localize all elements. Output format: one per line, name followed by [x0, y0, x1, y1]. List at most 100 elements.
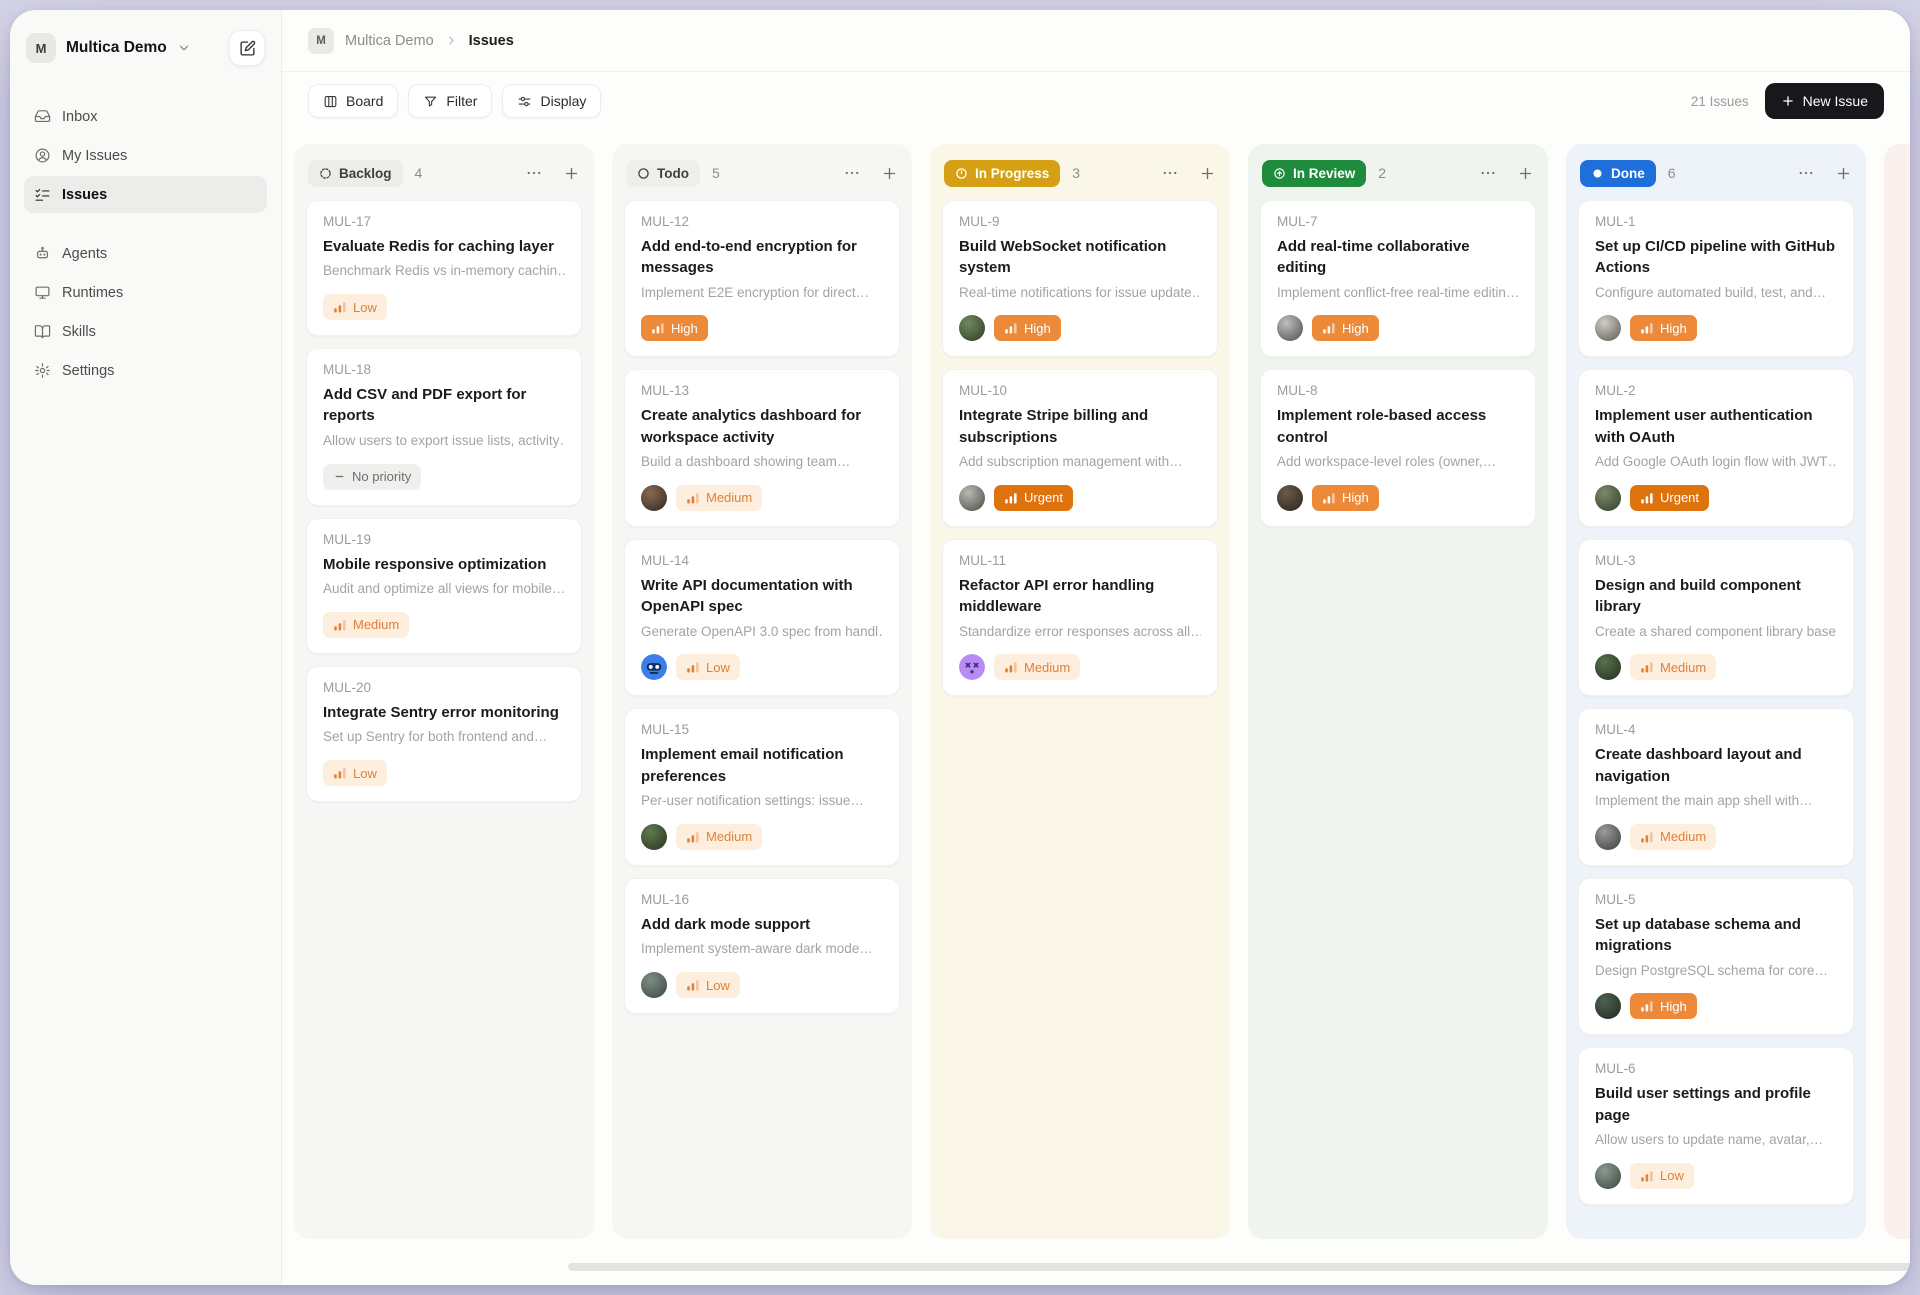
- column-more-button[interactable]: [525, 164, 543, 182]
- assignee-avatar[interactable]: [1595, 993, 1621, 1019]
- sidebar: M Multica Demo InboxMy IssuesIssues Agen…: [10, 10, 282, 1285]
- issue-card[interactable]: MUL-17Evaluate Redis for caching layerBe…: [306, 200, 582, 336]
- new-issue-button[interactable]: New Issue: [1765, 83, 1884, 119]
- priority-badge[interactable]: Low: [676, 654, 740, 680]
- priority-bars-icon: [333, 618, 347, 632]
- priority-badge[interactable]: Medium: [1630, 654, 1716, 680]
- priority-badge[interactable]: No priority: [323, 464, 421, 490]
- compose-button[interactable]: [229, 30, 265, 66]
- board-view-button[interactable]: Board: [308, 84, 398, 118]
- priority-bars-icon: [1004, 660, 1018, 674]
- issue-card[interactable]: MUL-4Create dashboard layout and navigat…: [1578, 708, 1854, 865]
- assignee-avatar-dizzy[interactable]: [959, 654, 985, 680]
- priority-badge[interactable]: Low: [323, 760, 387, 786]
- priority-badge[interactable]: Medium: [676, 485, 762, 511]
- priority-badge[interactable]: High: [641, 315, 708, 341]
- assignee-avatar[interactable]: [1595, 1163, 1621, 1189]
- issue-card[interactable]: MUL-19Mobile responsive optimizationAudi…: [306, 518, 582, 654]
- ellipsis-icon: [1797, 164, 1815, 182]
- status-pill-backlog[interactable]: Backlog: [308, 160, 403, 187]
- issue-card[interactable]: MUL-1Set up CI/CD pipeline with GitHub A…: [1578, 200, 1854, 357]
- review-circle-icon: [1273, 167, 1286, 180]
- issue-card[interactable]: MUL-7Add real-time collaborative editing…: [1260, 200, 1536, 357]
- sidebar-item-agents[interactable]: Agents: [24, 235, 267, 272]
- priority-badge[interactable]: High: [994, 315, 1061, 341]
- sidebar-item-settings[interactable]: Settings: [24, 352, 267, 389]
- column-more-button[interactable]: [1797, 164, 1815, 182]
- issue-card[interactable]: MUL-8Implement role-based access control…: [1260, 369, 1536, 526]
- priority-badge[interactable]: Medium: [676, 824, 762, 850]
- issue-card[interactable]: MUL-6Build user settings and profile pag…: [1578, 1047, 1854, 1204]
- issue-card[interactable]: MUL-5Set up database schema and migratio…: [1578, 878, 1854, 1035]
- priority-badge[interactable]: Urgent: [994, 485, 1073, 511]
- column-add-issue-button[interactable]: [881, 165, 898, 182]
- sidebar-item-issues[interactable]: Issues: [24, 176, 267, 213]
- issue-card[interactable]: MUL-18Add CSV and PDF export for reports…: [306, 348, 582, 505]
- issue-card[interactable]: MUL-14Write API documentation with OpenA…: [624, 539, 900, 696]
- priority-badge[interactable]: Medium: [323, 612, 409, 638]
- priority-badge[interactable]: Medium: [1630, 824, 1716, 850]
- sidebar-item-inbox[interactable]: Inbox: [24, 98, 267, 135]
- assignee-avatar[interactable]: [641, 824, 667, 850]
- issue-card[interactable]: MUL-2Implement user authentication with …: [1578, 369, 1854, 526]
- issue-card[interactable]: MUL-9Build WebSocket notification system…: [942, 200, 1218, 357]
- assignee-avatar[interactable]: [1595, 824, 1621, 850]
- priority-badge[interactable]: High: [1630, 993, 1697, 1019]
- column-more-button[interactable]: [1161, 164, 1179, 182]
- assignee-avatar[interactable]: [641, 485, 667, 511]
- display-button[interactable]: Display: [502, 84, 601, 118]
- column-header: Todo5: [626, 158, 898, 188]
- issue-card[interactable]: MUL-15Implement email notification prefe…: [624, 708, 900, 865]
- priority-badge[interactable]: High: [1312, 315, 1379, 341]
- status-pill-in-progress[interactable]: In Progress: [944, 160, 1060, 187]
- issue-card[interactable]: MUL-12Add end-to-end encryption for mess…: [624, 200, 900, 357]
- issue-description: Per-user notification settings: issue…: [641, 792, 883, 811]
- priority-badge[interactable]: Low: [323, 294, 387, 320]
- sidebar-item-skills[interactable]: Skills: [24, 313, 267, 350]
- priority-label: Low: [706, 660, 730, 675]
- status-pill-in-review[interactable]: In Review: [1262, 160, 1366, 187]
- breadcrumb-workspace[interactable]: Multica Demo: [345, 33, 434, 49]
- assignee-avatar[interactable]: [641, 972, 667, 998]
- assignee-avatar-robot[interactable]: [641, 654, 667, 680]
- issue-card[interactable]: MUL-11Refactor API error handling middle…: [942, 539, 1218, 696]
- sidebar-item-my-issues[interactable]: My Issues: [24, 137, 267, 174]
- column-more-button[interactable]: [843, 164, 861, 182]
- assignee-avatar[interactable]: [1595, 315, 1621, 341]
- priority-bars-icon: [651, 321, 665, 335]
- priority-bars-icon: [686, 830, 700, 844]
- column-add-issue-button[interactable]: [563, 165, 580, 182]
- column-more-button[interactable]: [1479, 164, 1497, 182]
- column-add-issue-button[interactable]: [1517, 165, 1534, 182]
- horizontal-scrollbar[interactable]: [568, 1263, 1910, 1271]
- assignee-avatar[interactable]: [959, 485, 985, 511]
- assignee-avatar[interactable]: [959, 315, 985, 341]
- priority-badge[interactable]: High: [1312, 485, 1379, 511]
- column-add-issue-button[interactable]: [1199, 165, 1216, 182]
- filter-button[interactable]: Filter: [408, 84, 492, 118]
- assignee-avatar[interactable]: [1595, 485, 1621, 511]
- assignee-avatar[interactable]: [1277, 315, 1303, 341]
- priority-badge[interactable]: Medium: [994, 654, 1080, 680]
- workspace-switcher[interactable]: M Multica Demo: [24, 26, 267, 70]
- assignee-avatar[interactable]: [1595, 654, 1621, 680]
- status-pill-done[interactable]: Done: [1580, 160, 1656, 187]
- issue-footer: High: [1595, 315, 1837, 341]
- priority-label: Low: [353, 766, 377, 781]
- issue-card[interactable]: MUL-13Create analytics dashboard for wor…: [624, 369, 900, 526]
- priority-badge[interactable]: High: [1630, 315, 1697, 341]
- issue-card[interactable]: MUL-10Integrate Stripe billing and subsc…: [942, 369, 1218, 526]
- issue-card[interactable]: MUL-16Add dark mode supportImplement sys…: [624, 878, 900, 1014]
- priority-bars-icon: [1640, 660, 1654, 674]
- priority-badge[interactable]: Low: [1630, 1163, 1694, 1189]
- sidebar-item-runtimes[interactable]: Runtimes: [24, 274, 267, 311]
- priority-badge[interactable]: Low: [676, 972, 740, 998]
- column-add-issue-button[interactable]: [1835, 165, 1852, 182]
- column-label: In Review: [1293, 166, 1355, 181]
- issue-id: MUL-5: [1595, 892, 1837, 907]
- issue-card[interactable]: MUL-20Integrate Sentry error monitoringS…: [306, 666, 582, 802]
- status-pill-todo[interactable]: Todo: [626, 160, 700, 187]
- issue-card[interactable]: MUL-3Design and build component libraryC…: [1578, 539, 1854, 696]
- priority-badge[interactable]: Urgent: [1630, 485, 1709, 511]
- assignee-avatar[interactable]: [1277, 485, 1303, 511]
